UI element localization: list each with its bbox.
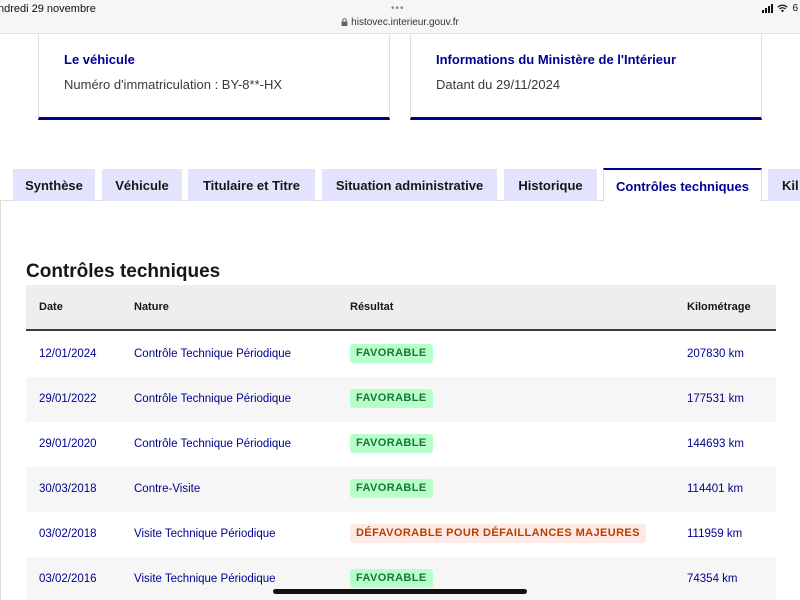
url-text: histovec.interieur.gouv.fr [351, 17, 459, 28]
signal-icon [762, 4, 774, 13]
table-row: 29/01/2020 Contrôle Technique Périodique… [26, 422, 776, 467]
status-badge: FAVORABLE [350, 479, 433, 498]
vehicle-card-title: Le véhicule [64, 52, 135, 67]
row-nature: Contrôle Technique Périodique [134, 438, 292, 450]
table-row: 03/02/2018 Visite Technique Périodique D… [26, 512, 776, 557]
battery-level: 6 [792, 3, 798, 14]
status-badge: FAVORABLE [350, 389, 433, 408]
wifi-icon [777, 4, 789, 13]
row-nature: Contre-Visite [134, 483, 201, 495]
row-date: 03/02/2018 [39, 528, 97, 540]
tab-list: Synthèse Véhicule Titulaire et Titre Sit… [0, 168, 800, 202]
row-mileage: 144693 km [687, 438, 744, 450]
tab-situation-administrative[interactable]: Situation administrative [322, 169, 497, 201]
vehicle-card: Le véhicule Numéro d'immatriculation : B… [38, 35, 390, 120]
ministry-card: Informations du Ministère de l'Intérieur… [410, 35, 762, 120]
row-date: 03/02/2016 [39, 573, 97, 585]
column-header-result: Résultat [350, 301, 394, 313]
home-indicator[interactable] [273, 589, 527, 594]
column-header-nature: Nature [134, 301, 169, 313]
tab-controles-techniques[interactable]: Contrôles techniques [603, 168, 762, 202]
registration-number: Numéro d'immatriculation : BY-8**-HX [64, 77, 283, 92]
lock-icon [341, 18, 348, 26]
row-nature: Visite Technique Périodique [134, 528, 276, 540]
status-badge: DÉFAVORABLE POUR DÉFAILLANCES MAJEURES [350, 524, 646, 543]
ministry-card-title: Informations du Ministère de l'Intérieur [436, 52, 677, 67]
row-mileage: 74354 km [687, 573, 738, 585]
status-indicators: 6 [762, 3, 798, 14]
row-mileage: 114401 km [687, 483, 744, 495]
tab-synthese[interactable]: Synthèse [13, 169, 95, 201]
status-badge: FAVORABLE [350, 344, 433, 363]
row-mileage: 111959 km [687, 528, 743, 540]
url-bar[interactable]: histovec.interieur.gouv.fr [0, 17, 800, 28]
tab-historique[interactable]: Historique [504, 169, 597, 201]
table-row: 30/03/2018 Contre-Visite FAVORABLE 11440… [26, 467, 776, 512]
column-header-mileage: Kilométrage [687, 301, 751, 313]
table-header: Date Nature Résultat Kilométrage [26, 285, 776, 331]
table-row: 12/01/2024 Contrôle Technique Périodique… [26, 332, 776, 377]
row-nature: Visite Technique Périodique [134, 573, 276, 585]
row-date: 29/01/2020 [39, 438, 97, 450]
data-date: Datant du 29/11/2024 [436, 77, 561, 92]
row-date: 29/01/2022 [39, 393, 97, 405]
row-mileage: 207830 km [687, 348, 744, 360]
tab-vehicule[interactable]: Véhicule [102, 169, 182, 201]
status-badge: FAVORABLE [350, 569, 433, 588]
browser-status-bar: ndredi 29 novembre ••• histovec.interieu… [0, 0, 800, 34]
tab-panel: Contrôles techniques Date Nature Résulta… [0, 201, 800, 600]
row-mileage: 177531 km [687, 393, 744, 405]
page-title: Contrôles techniques [26, 261, 221, 282]
row-nature: Contrôle Technique Périodique [134, 348, 292, 360]
tab-titulaire[interactable]: Titulaire et Titre [188, 169, 315, 201]
row-nature: Contrôle Technique Périodique [134, 393, 292, 405]
table-row: 29/01/2022 Contrôle Technique Périodique… [26, 377, 776, 422]
status-date: ndredi 29 novembre [0, 3, 96, 15]
tab-kilometrage[interactable]: Kil [768, 169, 800, 201]
column-header-date: Date [39, 301, 63, 313]
more-dots-icon[interactable]: ••• [391, 3, 405, 14]
row-date: 12/01/2024 [39, 348, 97, 360]
row-date: 30/03/2018 [39, 483, 97, 495]
status-badge: FAVORABLE [350, 434, 433, 453]
